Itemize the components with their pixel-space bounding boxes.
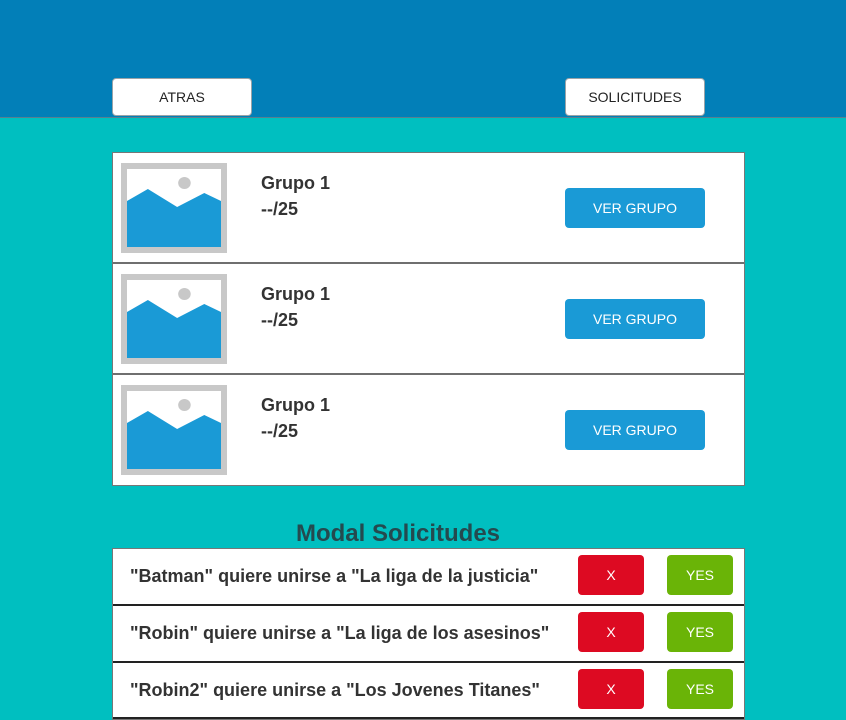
view-group-button[interactable]: VER GRUPO: [565, 188, 705, 228]
group-member-count: --/25: [261, 310, 299, 330]
request-list: "Batman" quiere unirse a "La liga de la …: [112, 548, 745, 720]
group-list: Grupo 1 --/25 VER GRUPO Grupo 1 --/25 VE…: [112, 152, 745, 486]
group-item: Grupo 1 --/25 VER GRUPO: [113, 153, 744, 264]
view-group-button[interactable]: VER GRUPO: [565, 410, 705, 450]
requests-button[interactable]: SOLICITUDES: [565, 78, 705, 116]
accept-button[interactable]: YES: [667, 612, 733, 652]
top-header: ATRAS SOLICITUDES: [0, 0, 846, 118]
back-button[interactable]: ATRAS: [112, 78, 252, 116]
accept-button[interactable]: YES: [667, 669, 733, 709]
request-item: "Batman" quiere unirse a "La liga de la …: [113, 549, 744, 606]
image-placeholder-icon: [121, 385, 227, 475]
request-item: "Robin" quiere unirse a "La liga de los …: [113, 606, 744, 663]
view-group-button[interactable]: VER GRUPO: [565, 299, 705, 339]
group-member-count: --/25: [261, 199, 299, 219]
request-text: "Robin2" quiere unirse a "Los Jovenes Ti…: [130, 680, 540, 700]
reject-button[interactable]: X: [578, 669, 644, 709]
request-text: "Robin" quiere unirse a "La liga de los …: [130, 623, 550, 643]
reject-button[interactable]: X: [578, 555, 644, 595]
group-name: Grupo 1: [261, 395, 331, 415]
group-item: Grupo 1 --/25 VER GRUPO: [113, 375, 744, 485]
group-item: Grupo 1 --/25 VER GRUPO: [113, 264, 744, 375]
image-placeholder-icon: [121, 274, 227, 364]
request-text: "Batman" quiere unirse a "La liga de la …: [130, 566, 539, 586]
reject-button[interactable]: X: [578, 612, 644, 652]
image-placeholder-icon: [121, 163, 227, 253]
request-item: "Robin2" quiere unirse a "Los Jovenes Ti…: [113, 663, 744, 719]
group-name: Grupo 1: [261, 173, 331, 193]
modal-title: Modal Solicitudes: [295, 520, 501, 547]
accept-button[interactable]: YES: [667, 555, 733, 595]
group-member-count: --/25: [261, 421, 299, 441]
group-name: Grupo 1: [261, 284, 331, 304]
